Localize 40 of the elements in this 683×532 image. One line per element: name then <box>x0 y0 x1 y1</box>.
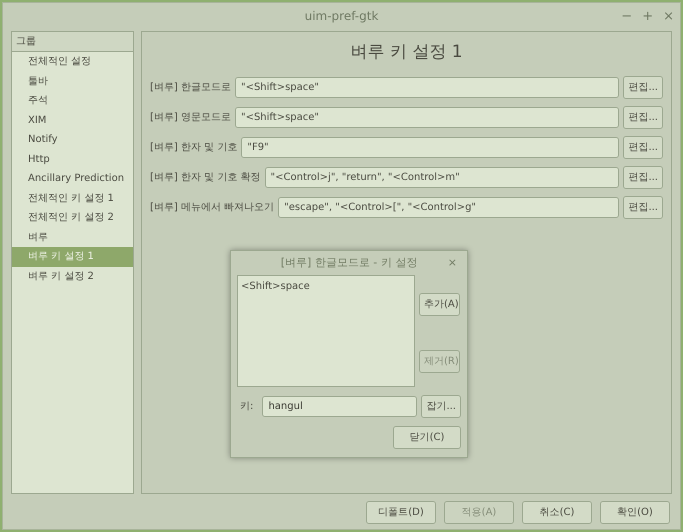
edit-button[interactable]: 편집... <box>623 76 663 98</box>
footer-button[interactable]: 확인(O) <box>600 501 670 524</box>
sidebar-item[interactable]: 전체적인 키 설정 2 <box>12 208 133 228</box>
window-title: uim-pref-gtk <box>304 8 378 25</box>
key-field[interactable]: "<Control>j", "return", "<Control>m" <box>264 166 620 188</box>
setting-label: [벼루] 메뉴에서 빠져나오기 <box>150 200 274 214</box>
key-field[interactable]: "<Shift>space" <box>234 76 620 98</box>
footer-button[interactable]: 취소(C) <box>522 501 592 524</box>
sidebar-item[interactable]: 전체적인 키 설정 1 <box>12 188 133 208</box>
key-input[interactable]: hangul <box>262 396 418 417</box>
setting-label: [벼루] 한자 및 기호 <box>150 140 238 154</box>
edit-button[interactable]: 편집... <box>623 136 663 158</box>
setting-label: [벼루] 한글모드로 <box>150 80 231 94</box>
grab-button[interactable]: 잡기... <box>421 395 461 418</box>
footer-button[interactable]: 디폴트(D) <box>366 501 436 524</box>
edit-button[interactable]: 편집... <box>623 106 663 128</box>
key-field[interactable]: "escape", "<Control>[", "<Control>g" <box>278 196 620 218</box>
edit-button[interactable]: 편집... <box>623 196 663 218</box>
sidebar-item[interactable]: 전체적인 설정 <box>12 52 133 72</box>
sidebar-item[interactable]: 툴바 <box>12 72 133 91</box>
sidebar-item[interactable]: 벼루 <box>12 228 133 247</box>
sidebar-item[interactable]: 벼루 키 설정 2 <box>12 266 133 286</box>
setting-label: [벼루] 영문모드로 <box>150 110 231 124</box>
edit-button[interactable]: 편집... <box>623 166 663 188</box>
list-item[interactable]: <Shift>space <box>241 279 411 294</box>
sidebar-item[interactable]: 주석 <box>12 91 133 110</box>
column-header: 그룹 <box>12 32 133 52</box>
sidebar-item[interactable]: Notify <box>12 130 133 150</box>
key-field[interactable]: "F9" <box>241 136 620 158</box>
close-button[interactable]: 닫기(C) <box>393 426 461 449</box>
setting-label: [벼루] 한자 및 기호 확정 <box>150 170 261 184</box>
key-list[interactable]: <Shift>space <box>237 275 415 387</box>
sidebar-item[interactable]: XIM <box>12 110 133 130</box>
key-label: 키: <box>239 400 254 414</box>
key-field[interactable]: "<Shift>space" <box>234 106 620 128</box>
sidebar-item[interactable]: Ancillary Prediction <box>12 169 133 188</box>
add-button[interactable]: 추가(A) <box>419 293 460 316</box>
dialog-title: [벼루] 한글모드로 - 키 설정 <box>280 254 418 271</box>
page-heading: 벼루 키 설정 1 <box>349 41 464 64</box>
sidebar-item[interactable]: Http <box>12 150 133 169</box>
